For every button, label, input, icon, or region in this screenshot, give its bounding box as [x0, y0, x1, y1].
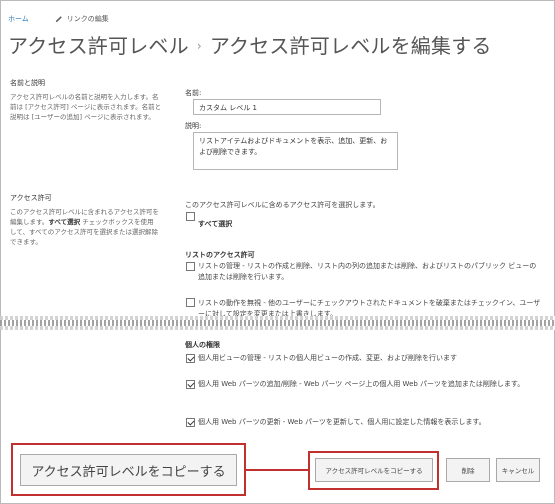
- window-frame: [0, 0, 555, 504]
- edit-links-link[interactable]: リンクの編集: [55, 14, 109, 24]
- name-section-heading: 名前と説明: [10, 79, 45, 87]
- permissions-intro: このアクセス許可レベルに含めるアクセス許可を選択します。: [185, 201, 380, 209]
- permissions-section-heading: アクセス許可: [10, 194, 52, 202]
- add-remove-personal-webparts-checkbox[interactable]: [186, 380, 195, 389]
- highlight-connector-line: [244, 469, 308, 471]
- override-list-behavior-label: リストの動作を無視 - 他のユーザーにチェックアウトされたドキュメントを破棄また…: [198, 299, 541, 316]
- select-all-checkbox[interactable]: [186, 212, 195, 221]
- update-personal-webparts-checkbox[interactable]: [186, 418, 195, 427]
- delete-button[interactable]: 削除: [446, 458, 490, 482]
- override-list-behavior-checkbox[interactable]: [186, 298, 195, 307]
- name-input[interactable]: カスタム レベル 1: [193, 99, 381, 115]
- description-label: 説明:: [185, 122, 202, 130]
- manage-lists-label: リストの管理 - リストの作成と削除、リスト内の列の追加または削除、およびリスト…: [198, 262, 537, 281]
- pencil-icon: [55, 16, 62, 23]
- personal-permissions-heading: 個人の権限: [185, 341, 220, 349]
- torn-edge-divider: [0, 316, 555, 330]
- name-label: 名前:: [185, 89, 202, 97]
- home-link[interactable]: ホーム: [8, 14, 29, 24]
- perm-desc-bold: すべて選択: [48, 218, 81, 226]
- breadcrumb-parent[interactable]: アクセス許可レベル: [8, 34, 189, 58]
- manage-personal-views-label: 個人用ビューの管理 - リストの個人用ビューの作成、変更、および削除を行います: [198, 354, 457, 362]
- top-nav: ホーム リンクの編集: [8, 14, 109, 24]
- manage-personal-views-checkbox[interactable]: [186, 354, 195, 363]
- select-all-label: すべて選択: [198, 220, 233, 228]
- copy-permission-level-button[interactable]: アクセス許可レベルをコピーする: [315, 458, 433, 482]
- breadcrumb-current: アクセス許可レベルを編集する: [209, 34, 492, 58]
- list-permissions-heading: リストのアクセス許可: [185, 251, 255, 259]
- copy-permission-level-zoomed-button[interactable]: アクセス許可レベルをコピーする: [20, 454, 237, 486]
- name-section-description: アクセス許可レベルの名前と説明を入力します。名前は [アクセス許可] ページに表…: [10, 93, 162, 121]
- add-remove-personal-webparts-label: 個人用 Web パーツの追加/削除 - Web パーツ ページ上の個人用 Web…: [198, 380, 525, 388]
- manage-lists-checkbox[interactable]: [186, 262, 195, 271]
- breadcrumb-separator: ›: [196, 39, 202, 53]
- cancel-button[interactable]: キャンセル: [496, 458, 540, 482]
- update-personal-webparts-label: 個人用 Web パーツの更新 - Web パーツを更新して、個人用に設定した情報…: [198, 418, 486, 426]
- edit-links-label: リンクの編集: [66, 15, 109, 23]
- description-textarea[interactable]: リストアイテムおよびドキュメントを表示、追加、更新、および削除できます。: [193, 132, 398, 170]
- permissions-section-description: このアクセス許可レベルに含まれるアクセス許可を編集します。すべて選択 チェックボ…: [10, 207, 160, 247]
- page-title: アクセス許可レベル › アクセス許可レベルを編集する: [8, 30, 492, 59]
